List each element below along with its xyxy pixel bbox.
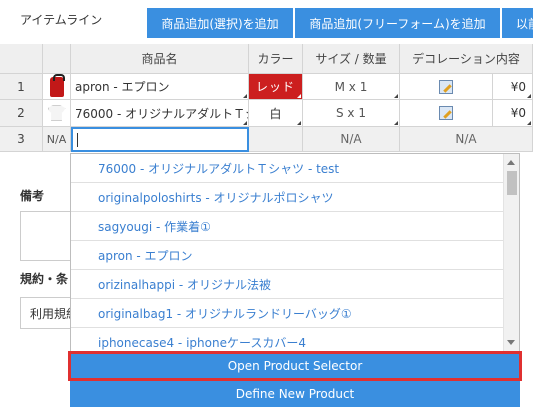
column-header-color[interactable]: カラー: [249, 44, 303, 74]
size-value: N/A: [340, 132, 362, 146]
product-autocomplete-list: 76000 - オリジナルアダルトＴシャツ - test originalpol…: [70, 153, 520, 352]
image-column-header: [43, 44, 71, 74]
apron-icon: [49, 74, 65, 97]
list-item[interactable]: sagyougi - 作業着①: [71, 212, 504, 241]
decoration-value: N/A: [455, 132, 477, 146]
add-product-freeform-button[interactable]: 商品追加(フリーフォーム)を追加: [295, 8, 500, 38]
na-image-text: N/A: [46, 132, 67, 146]
grid-header: 商品名 カラー サイズ / 数量 デコレーション内容: [0, 44, 533, 74]
price-cell: ¥0: [493, 74, 533, 100]
product-name-input[interactable]: [71, 127, 249, 152]
size-value: M x 1: [334, 79, 368, 94]
column-header-decoration[interactable]: デコレーション内容: [400, 44, 533, 74]
table-row: 2 76000 - オリジナルアダルトＴシ 白 S x 1 ¥0: [0, 100, 533, 127]
price-cell: ¥0: [493, 100, 533, 127]
remarks-label: 備考: [20, 189, 45, 203]
size-cell[interactable]: M x 1: [303, 74, 400, 100]
product-thumbnail: [43, 74, 71, 100]
product-name: 76000 - オリジナルアダルトＴシ: [75, 106, 249, 121]
product-name-cell[interactable]: 76000 - オリジナルアダルトＴシ: [71, 100, 249, 127]
table-row: 3 N/A N/A N/A: [0, 127, 533, 152]
list-item[interactable]: orizinalhappi - オリジナル法被: [71, 270, 504, 299]
scroll-thumb[interactable]: [507, 171, 517, 195]
color-value: 白: [269, 106, 282, 121]
product-name: apron - エプロン: [75, 80, 170, 94]
decoration-cell[interactable]: [400, 74, 493, 100]
list-item[interactable]: iphonecase4 - iphoneケースカバー4: [71, 328, 504, 351]
product-thumbnail: N/A: [43, 127, 71, 152]
toolbar: アイテムライン 商品追加(選択)を追加 商品追加(フリーフォーム)を追加 以前: [0, 0, 533, 44]
decoration-cell[interactable]: [400, 100, 493, 127]
scroll-up-arrow-icon[interactable]: [507, 160, 515, 165]
section-title: アイテムライン: [20, 13, 103, 27]
list-item[interactable]: 76000 - オリジナルアダルトＴシャツ - test: [71, 154, 504, 183]
color-cell[interactable]: [249, 127, 303, 152]
terms-label: 規約・条: [20, 272, 69, 286]
table-row: 1 apron - エプロン レッド M x 1 ¥0: [0, 74, 533, 100]
open-product-selector-button[interactable]: Open Product Selector: [68, 351, 522, 381]
tshirt-icon: [47, 105, 66, 121]
column-header-size-qty[interactable]: サイズ / 数量: [303, 44, 400, 74]
text-cursor: [77, 132, 78, 147]
list-item[interactable]: apron - エプロン: [71, 241, 504, 270]
row-number: 2: [0, 100, 43, 127]
price-value: ¥0: [510, 79, 526, 94]
color-value: レッド: [255, 80, 295, 94]
edit-icon[interactable]: [439, 79, 453, 94]
list-item[interactable]: originalpoloshirts - オリジナルポロシャツ: [71, 183, 504, 212]
color-cell[interactable]: レッド: [249, 74, 303, 100]
previous-button[interactable]: 以前: [502, 8, 533, 38]
price-value: ¥0: [510, 106, 526, 120]
define-new-product-button[interactable]: Define New Product: [70, 381, 520, 407]
edit-icon[interactable]: [439, 106, 453, 120]
size-cell[interactable]: N/A: [303, 127, 400, 152]
size-value: S x 1: [336, 106, 366, 120]
row-number: 1: [0, 74, 43, 100]
product-thumbnail: [43, 100, 71, 127]
scroll-down-arrow-icon[interactable]: [507, 340, 515, 345]
row-number: 3: [0, 127, 43, 152]
scrollbar[interactable]: [503, 154, 519, 351]
color-cell[interactable]: 白: [249, 100, 303, 127]
add-product-select-button[interactable]: 商品追加(選択)を追加: [147, 8, 293, 38]
column-header-product-name[interactable]: 商品名: [71, 44, 249, 74]
corner-cell: [0, 44, 43, 74]
decoration-cell[interactable]: N/A: [400, 127, 533, 152]
size-cell[interactable]: S x 1: [303, 100, 400, 127]
list-item[interactable]: originalbag1 - オリジナルランドリーバッグ①: [71, 299, 504, 328]
product-name-cell[interactable]: apron - エプロン: [71, 74, 249, 100]
